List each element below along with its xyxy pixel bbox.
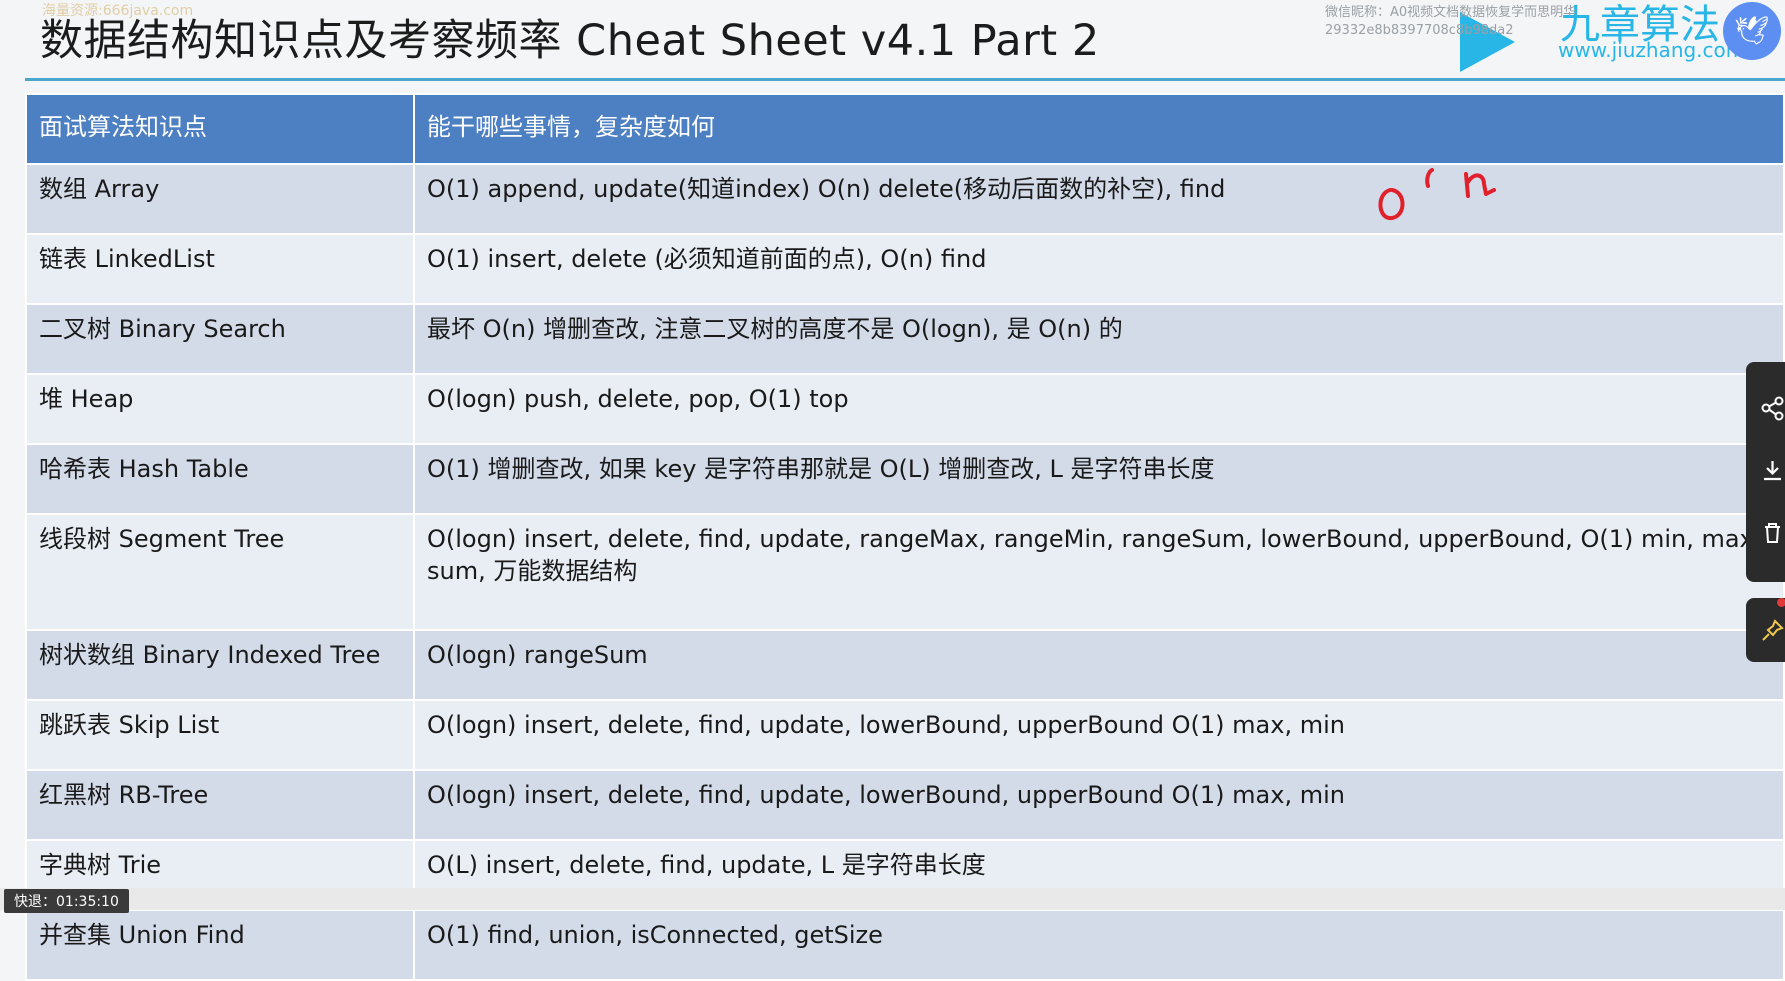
- description-cell: O(logn) insert, delete, find, update, ra…: [413, 513, 1785, 631]
- description-cell: O(logn) push, delete, pop, O(1) top: [413, 373, 1785, 445]
- topic-cell: 哈希表 Hash Table: [25, 443, 415, 515]
- header-topic: 面试算法知识点: [25, 93, 415, 165]
- table-row: 哈希表 Hash Table O(1) 增删查改, 如果 key 是字符串那就是…: [25, 443, 1785, 515]
- header-description: 能干哪些事情，复杂度如何: [413, 93, 1785, 165]
- table-row: 数组 Array O(1) append, update(知道index) O(…: [25, 163, 1785, 235]
- description-cell: O(1) 增删查改, 如果 key 是字符串那就是 O(L) 增删查改, L 是…: [413, 443, 1785, 515]
- share-icon[interactable]: [1760, 396, 1785, 421]
- description-cell: O(logn) insert, delete, find, update, lo…: [413, 699, 1785, 771]
- page-title: 数据结构知识点及考察频率 Cheat Sheet v4.1 Part 2: [40, 16, 1100, 66]
- table-row: 链表 LinkedList O(1) insert, delete (必须知道前…: [25, 233, 1785, 305]
- topic-cell: 线段树 Segment Tree: [25, 513, 415, 631]
- handwritten-annotation: [1378, 168, 1496, 220]
- topic-cell: 二叉树 Binary Search: [25, 303, 415, 375]
- description-cell: 最坏 O(n) 增删查改, 注意二叉树的高度不是 O(logn), 是 O(n)…: [413, 303, 1785, 375]
- watermark-line-2: 29332e8b8397708c8b98da2: [1325, 23, 1514, 38]
- annotation-stroke-n: [1464, 172, 1496, 198]
- table-row: 红黑树 RB-Tree O(logn) insert, delete, find…: [25, 769, 1785, 841]
- cheat-sheet-table: 面试算法知识点 能干哪些事情，复杂度如何 数组 Array O(1) appen…: [25, 93, 1785, 981]
- download-icon[interactable]: [1760, 458, 1785, 483]
- playback-bar[interactable]: [0, 888, 1785, 910]
- topic-cell: 并查集 Union Find: [25, 909, 415, 981]
- topic-cell: 红黑树 RB-Tree: [25, 769, 415, 841]
- pin-icon[interactable]: [1760, 618, 1785, 643]
- side-toolbar: [1746, 362, 1785, 582]
- trash-icon[interactable]: [1760, 520, 1785, 545]
- table-row: 堆 Heap O(logn) push, delete, pop, O(1) t…: [25, 373, 1785, 445]
- topic-cell: 跳跃表 Skip List: [25, 699, 415, 771]
- description-cell: O(1) insert, delete (必须知道前面的点), O(n) fin…: [413, 233, 1785, 305]
- table-row: 跳跃表 Skip List O(logn) insert, delete, fi…: [25, 699, 1785, 771]
- table-row: 二叉树 Binary Search 最坏 O(n) 增删查改, 注意二叉树的高度…: [25, 303, 1785, 375]
- table-row: 树状数组 Binary Indexed Tree O(logn) rangeSu…: [25, 629, 1785, 701]
- description-cell: O(logn) insert, delete, find, update, lo…: [413, 769, 1785, 841]
- topic-cell: 链表 LinkedList: [25, 233, 415, 305]
- logo-url: www.jiuzhang.com: [1558, 38, 1746, 62]
- description-cell: O(1) find, union, isConnected, getSize: [413, 909, 1785, 981]
- topic-cell: 堆 Heap: [25, 373, 415, 445]
- description-cell: O(1) append, update(知道index) O(n) delete…: [413, 163, 1785, 235]
- topic-cell: 数组 Array: [25, 163, 415, 235]
- watermark: 微信昵称：A0视频文档数据恢复学而思明华 29332e8b8397708c8b9…: [1325, 4, 1576, 40]
- title-rule: [25, 78, 1785, 81]
- table-row: 线段树 Segment Tree O(logn) insert, delete,…: [25, 513, 1785, 631]
- pin-toolbar: [1746, 598, 1785, 662]
- topic-cell: 树状数组 Binary Indexed Tree: [25, 629, 415, 701]
- annotation-stroke-o: [1378, 188, 1405, 220]
- notification-dot: [1777, 598, 1785, 607]
- table-row: 并查集 Union Find O(1) find, union, isConne…: [25, 909, 1785, 981]
- watermark-line-1: 微信昵称：A0视频文档数据恢复学而思明华: [1325, 5, 1577, 20]
- description-cell: O(logn) rangeSum: [413, 629, 1785, 701]
- annotation-stroke-paren: [1425, 168, 1434, 188]
- bird-badge-icon: 🕊: [1723, 2, 1781, 60]
- table-header-row: 面试算法知识点 能干哪些事情，复杂度如何: [25, 93, 1785, 165]
- playback-timestamp: 快退：01:35:10: [4, 889, 129, 913]
